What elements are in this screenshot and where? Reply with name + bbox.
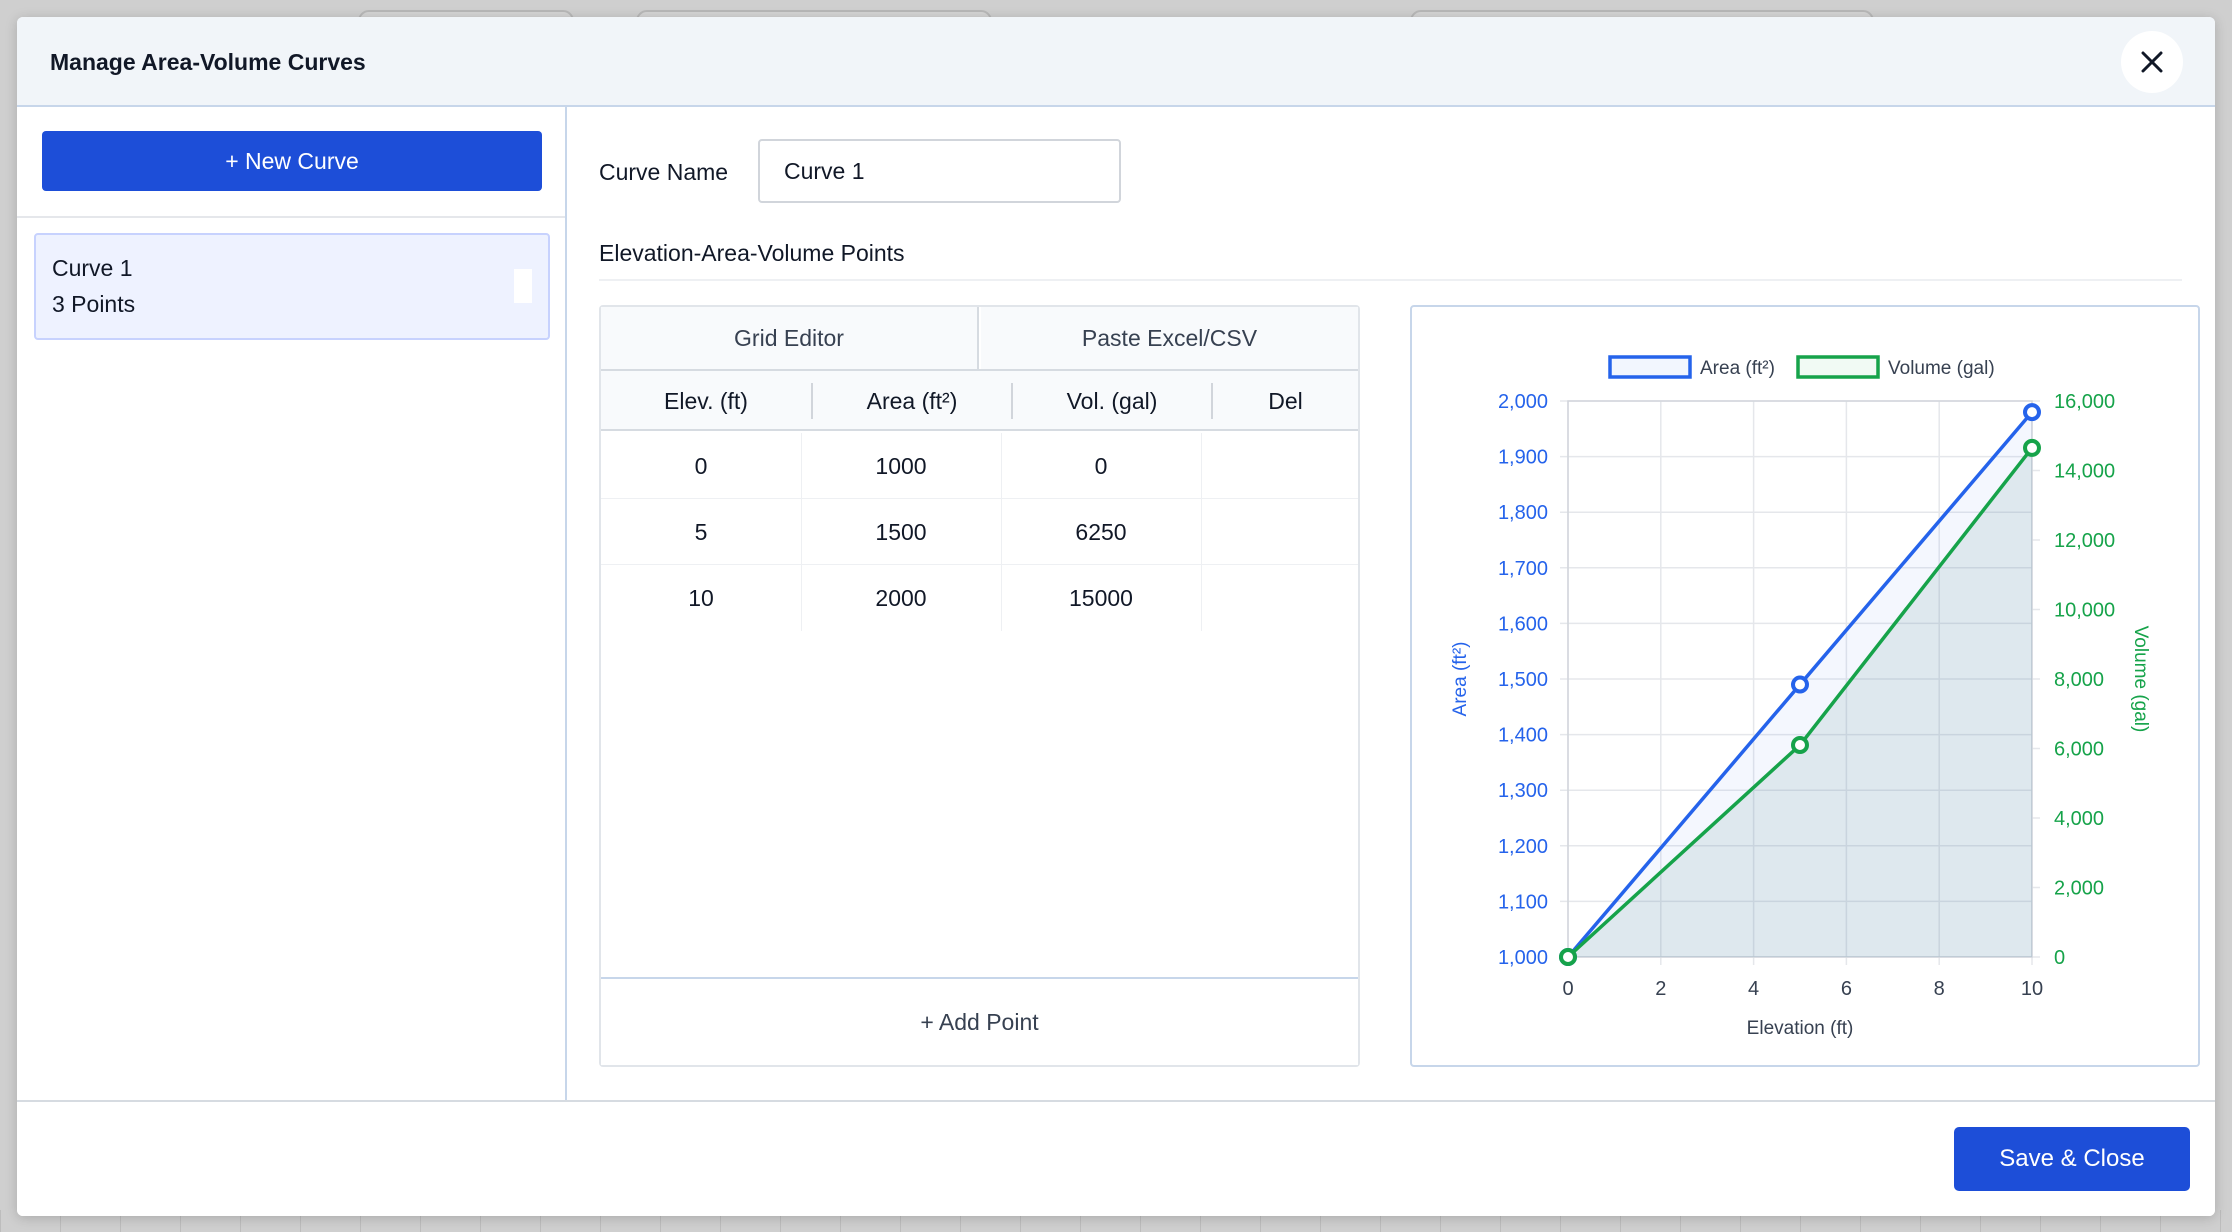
cell-divider <box>1201 499 1202 565</box>
curve-list-sidebar: + New Curve Curve 1 3 Points <box>17 107 567 1100</box>
save-and-close-button[interactable]: Save & Close <box>1954 1127 2190 1191</box>
curve-item-name: Curve 1 <box>52 255 133 281</box>
volume-data-point <box>2023 438 2041 457</box>
y-left-axis-title: Area (ft²) <box>1450 642 1471 717</box>
y-left-tick-label: 1,800 <box>1498 502 1548 524</box>
table-row: 0 1000 0 <box>601 433 1358 499</box>
modal-title: Manage Area-Volume Curves <box>50 49 366 75</box>
x-tick-label: 10 <box>2021 978 2043 1000</box>
table-row: 10 2000 15000 <box>601 565 1358 631</box>
cell-elevation[interactable]: 10 <box>601 565 801 631</box>
y-right-tick-label: 10,000 <box>2054 600 2115 622</box>
area-volume-curves-modal: Manage Area-Volume Curves + New Curve Cu… <box>17 17 2215 1216</box>
points-section-title: Elevation-Area-Volume Points <box>599 240 905 266</box>
sidebar-divider <box>17 216 565 218</box>
cell-divider <box>1201 565 1202 631</box>
curve-delete-button[interactable] <box>514 269 532 303</box>
volume-data-point <box>1559 948 1577 966</box>
modal-header: Manage Area-Volume Curves <box>17 17 2215 107</box>
tab-paste-csv[interactable]: Paste Excel/CSV <box>981 307 1358 369</box>
x-axis-title: Elevation (ft) <box>1747 1018 1854 1039</box>
cell-elevation[interactable]: 5 <box>601 499 801 565</box>
curve-item-point-count: 3 Points <box>52 291 136 317</box>
y-left-tick-label: 1,000 <box>1498 947 1548 969</box>
y-left-tick-label: 1,900 <box>1498 447 1548 469</box>
chart-series <box>1559 403 2041 966</box>
x-tick-label: 6 <box>1841 978 1852 1000</box>
cell-area[interactable]: 1000 <box>801 433 1001 499</box>
cell-elevation[interactable]: 0 <box>601 433 801 499</box>
modal-footer: Save & Close <box>17 1100 2215 1216</box>
cell-area[interactable]: 2000 <box>801 565 1001 631</box>
curve-list-item[interactable]: Curve 1 3 Points <box>34 233 550 340</box>
volume-data-point <box>1791 736 1809 755</box>
chart-legend[interactable]: Area (ft²) Volume (gal) <box>1608 355 1995 379</box>
legend-area-swatch <box>1608 355 1692 379</box>
y-left-tick-label: 1,400 <box>1498 725 1548 747</box>
y-right-tick-label: 0 <box>2054 947 2065 969</box>
section-divider <box>599 279 2182 281</box>
column-header-area: Area (ft²) <box>866 387 958 414</box>
y-right-tick-label: 16,000 <box>2054 391 2115 413</box>
legend-volume-swatch <box>1796 355 1880 379</box>
x-tick-label: 2 <box>1655 978 1666 1000</box>
y-right-axis-title: Volume (gal) <box>2130 626 2151 733</box>
curve-name-label: Curve Name <box>599 159 729 185</box>
y-left-tick-label: 2,000 <box>1498 391 1548 413</box>
x-tick-label: 0 <box>1562 978 1573 1000</box>
y-right-tick-label: 4,000 <box>2054 808 2104 830</box>
x-tick-label: 8 <box>1934 978 1945 1000</box>
table-header: Elev. (ft) Area (ft²) Vol. (gal) Del <box>601 371 1358 431</box>
cell-volume[interactable]: 15000 <box>1001 565 1201 631</box>
column-header-volume: Vol. (gal) <box>1066 387 1158 414</box>
x-tick-label: 4 <box>1748 978 1759 1000</box>
column-header-delete: Del <box>1268 387 1303 414</box>
y-right-tick-label: 6,000 <box>2054 739 2104 761</box>
column-header-elevation: Elev. (ft) <box>664 387 748 414</box>
curve-name-input[interactable] <box>758 139 1121 203</box>
y-right-tick-label: 2,000 <box>2054 878 2104 900</box>
y-left-tick-label: 1,700 <box>1498 558 1548 580</box>
area-data-point <box>1791 675 1809 694</box>
points-table-panel: Grid Editor Paste Excel/CSV Elev. (ft) A… <box>599 305 1360 1067</box>
legend-area-label: Area (ft²) <box>1700 358 1775 379</box>
area-data-point <box>2023 403 2041 422</box>
legend-volume-label: Volume (gal) <box>1888 358 1995 379</box>
curve-editor: Curve Name Elevation-Area-Volume Points … <box>569 107 2215 1100</box>
y-left-tick-label: 1,100 <box>1498 891 1548 913</box>
curve-chart-panel: 0 2 4 6 8 10 1,000 1,100 1,200 1,300 1,400 1,500 1,6… <box>1410 305 2200 1067</box>
new-curve-button[interactable]: + New Curve <box>42 131 542 191</box>
cell-volume[interactable]: 0 <box>1001 433 1201 499</box>
y-left-tick-label: 1,500 <box>1498 669 1548 691</box>
cell-divider <box>1201 433 1202 499</box>
tab-grid-editor[interactable]: Grid Editor <box>601 307 979 369</box>
close-icon <box>2141 51 2163 73</box>
y-right-tick-label: 14,000 <box>2054 461 2115 483</box>
add-point-button[interactable]: + Add Point <box>601 979 1358 1065</box>
cell-volume[interactable]: 6250 <box>1001 499 1201 565</box>
area-volume-chart: 0 2 4 6 8 10 1,000 1,100 1,200 1,300 1,400 1,500 1,6… <box>1450 355 2151 1039</box>
y-right-tick-label: 12,000 <box>2054 530 2115 552</box>
cell-area[interactable]: 1500 <box>801 499 1001 565</box>
y-left-tick-label: 1,600 <box>1498 613 1548 635</box>
table-row: 5 1500 6250 <box>601 499 1358 565</box>
y-right-tick-label: 8,000 <box>2054 669 2104 691</box>
y-left-tick-label: 1,200 <box>1498 836 1548 858</box>
y-left-tick-label: 1,300 <box>1498 780 1548 802</box>
close-button[interactable] <box>2121 31 2183 93</box>
